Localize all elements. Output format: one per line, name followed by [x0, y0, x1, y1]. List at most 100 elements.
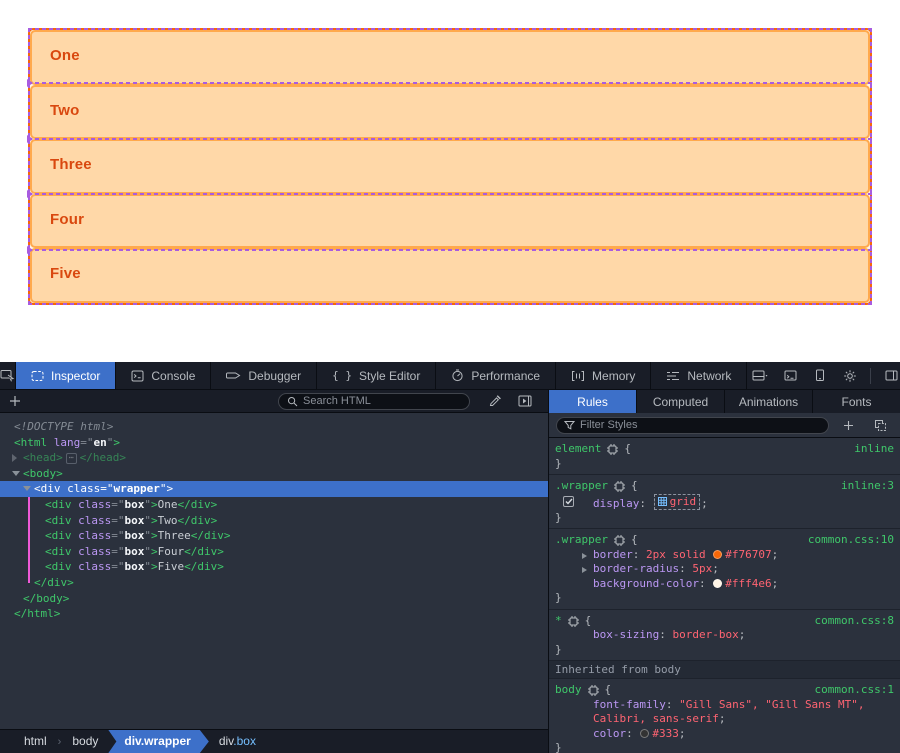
- expand-longhand-icon[interactable]: [582, 553, 587, 559]
- markup-line[interactable]: <div class="wrapper">: [0, 481, 548, 497]
- tab-inspector[interactable]: Inspector: [16, 362, 116, 389]
- add-node-button[interactable]: [0, 390, 30, 412]
- breadcrumb-item-div-box[interactable]: div.box: [209, 730, 266, 753]
- responsive-design-button[interactable]: [807, 364, 833, 388]
- property-name[interactable]: box-sizing: [593, 628, 659, 641]
- css-declaration[interactable]: border: 2px solid #f76707;: [555, 548, 894, 563]
- tab-performance[interactable]: Performance: [436, 362, 556, 389]
- markup-line[interactable]: </body>: [0, 591, 548, 607]
- grid-wrapper-box: One Two Three Four Five: [28, 28, 872, 305]
- rule-source-link[interactable]: common.css:10: [808, 533, 894, 548]
- search-html-box[interactable]: [278, 393, 470, 410]
- close-brace: }: [555, 511, 894, 526]
- css-declaration[interactable]: display: grid;: [555, 494, 894, 511]
- tab-style-editor[interactable]: { }Style Editor: [317, 362, 436, 389]
- markup-line[interactable]: <html lang="en">: [0, 435, 548, 451]
- markup-line[interactable]: </div>: [0, 575, 548, 591]
- selector-highlighter-icon[interactable]: [613, 480, 626, 493]
- property-name[interactable]: background-color: [593, 577, 699, 590]
- search-icon: [287, 396, 298, 407]
- property-value[interactable]: #fff4e6: [725, 577, 771, 590]
- rule-selector[interactable]: *: [555, 614, 562, 629]
- property-name[interactable]: border: [593, 548, 633, 561]
- css-declaration[interactable]: background-color: #fff4e6;: [555, 577, 894, 592]
- property-name[interactable]: color: [593, 727, 626, 740]
- grid-highlighter-badge[interactable]: grid: [654, 494, 701, 511]
- tab-memory[interactable]: Memory: [556, 362, 651, 389]
- property-value[interactable]: 5px: [692, 562, 712, 575]
- enable-checkbox[interactable]: [563, 496, 574, 507]
- split-console-button[interactable]: [777, 364, 803, 388]
- collapse-arrow-icon[interactable]: [23, 486, 31, 491]
- color-swatch[interactable]: [713, 550, 722, 559]
- settings-button[interactable]: [837, 364, 863, 388]
- markup-line[interactable]: <body>: [0, 466, 548, 482]
- expand-arrow-icon[interactable]: [12, 454, 17, 462]
- markup-line[interactable]: <div class="box">One</div>: [0, 497, 548, 513]
- markup-token: =": [111, 560, 124, 573]
- tab-debugger[interactable]: Debugger: [211, 362, 317, 389]
- css-rule: *{common.css:8box-sizing: border-box;}: [549, 610, 900, 662]
- search-html-input[interactable]: [303, 395, 461, 407]
- pseudo-class-button[interactable]: [867, 413, 893, 437]
- property-name[interactable]: display: [593, 496, 639, 509]
- rule-selector[interactable]: .wrapper: [555, 533, 608, 548]
- color-swatch[interactable]: [713, 579, 722, 588]
- markup-line[interactable]: <!DOCTYPE html>: [0, 419, 548, 435]
- devtools-toolbar: InspectorConsoleDebugger{ }Style EditorP…: [0, 362, 900, 390]
- css-declaration[interactable]: font-family: "Gill Sans", "Gill Sans MT"…: [555, 698, 894, 727]
- markup-line[interactable]: <div class="box">Two</div>: [0, 513, 548, 529]
- property-value[interactable]: #f76707: [725, 548, 771, 561]
- markup-line[interactable]: <head>⋯</head>: [0, 450, 548, 466]
- rule-source-link[interactable]: common.css:1: [815, 683, 894, 698]
- markup-line[interactable]: <div class="box">Four</div>: [0, 544, 548, 560]
- pick-element-button[interactable]: [0, 362, 16, 389]
- sidebar-tab-rules[interactable]: Rules: [549, 390, 637, 413]
- property-value[interactable]: 2px solid: [646, 548, 712, 561]
- tab-console[interactable]: Console: [116, 362, 211, 389]
- sidebar-tab-fonts[interactable]: Fonts: [813, 390, 900, 413]
- css-declaration[interactable]: box-sizing: border-box;: [555, 628, 894, 643]
- collapse-arrow-icon[interactable]: [12, 471, 20, 476]
- colon: :: [659, 628, 672, 641]
- selector-highlighter-icon[interactable]: [587, 684, 600, 697]
- rule-source-link[interactable]: inline: [854, 442, 894, 457]
- filter-styles-box[interactable]: [556, 417, 829, 434]
- semicolon: ;: [712, 562, 719, 575]
- sidebar-tab-animations[interactable]: Animations: [725, 390, 813, 413]
- markup-line[interactable]: <div class="box">Three</div>: [0, 528, 548, 544]
- css-declaration[interactable]: color: #333;: [555, 727, 894, 742]
- filter-styles-input[interactable]: [580, 419, 821, 431]
- markup-token: =": [80, 436, 93, 449]
- inline-ellipsis-icon[interactable]: ⋯: [66, 453, 77, 464]
- dock-side-button[interactable]: [878, 364, 900, 388]
- markup-line[interactable]: <div class="box">Five</div>: [0, 559, 548, 575]
- tab-network[interactable]: Network: [651, 362, 747, 389]
- color-swatch[interactable]: [640, 729, 649, 738]
- css-declaration[interactable]: border-radius: 5px;: [555, 562, 894, 577]
- markup-line[interactable]: </html>: [0, 606, 548, 622]
- property-name[interactable]: font-family: [593, 698, 666, 711]
- breadcrumb-item-html[interactable]: html: [14, 730, 57, 753]
- close-brace: }: [555, 457, 894, 472]
- dock-side-icon: [885, 370, 898, 382]
- media-panel-button[interactable]: [510, 389, 540, 413]
- breadcrumb-item-body[interactable]: body: [62, 730, 108, 753]
- rule-source-link[interactable]: common.css:8: [815, 614, 894, 629]
- dock-options-button[interactable]: [747, 364, 773, 388]
- rule-selector[interactable]: body: [555, 683, 582, 698]
- add-rule-button[interactable]: [835, 413, 861, 437]
- rule-selector[interactable]: element: [555, 442, 601, 457]
- property-name[interactable]: border-radius: [593, 562, 679, 575]
- property-value[interactable]: border-box: [672, 628, 738, 641]
- breadcrumb-item-div-wrapper[interactable]: div.wrapper: [108, 730, 208, 753]
- rule-selector[interactable]: .wrapper: [555, 479, 608, 494]
- expand-longhand-icon[interactable]: [582, 567, 587, 573]
- selector-highlighter-icon[interactable]: [606, 443, 619, 456]
- eyedropper-button[interactable]: [480, 389, 510, 413]
- property-value[interactable]: #333: [652, 727, 679, 740]
- selector-highlighter-icon[interactable]: [567, 615, 580, 628]
- rule-source-link[interactable]: inline:3: [841, 479, 894, 494]
- sidebar-tab-computed[interactable]: Computed: [637, 390, 725, 413]
- selector-highlighter-icon[interactable]: [613, 534, 626, 547]
